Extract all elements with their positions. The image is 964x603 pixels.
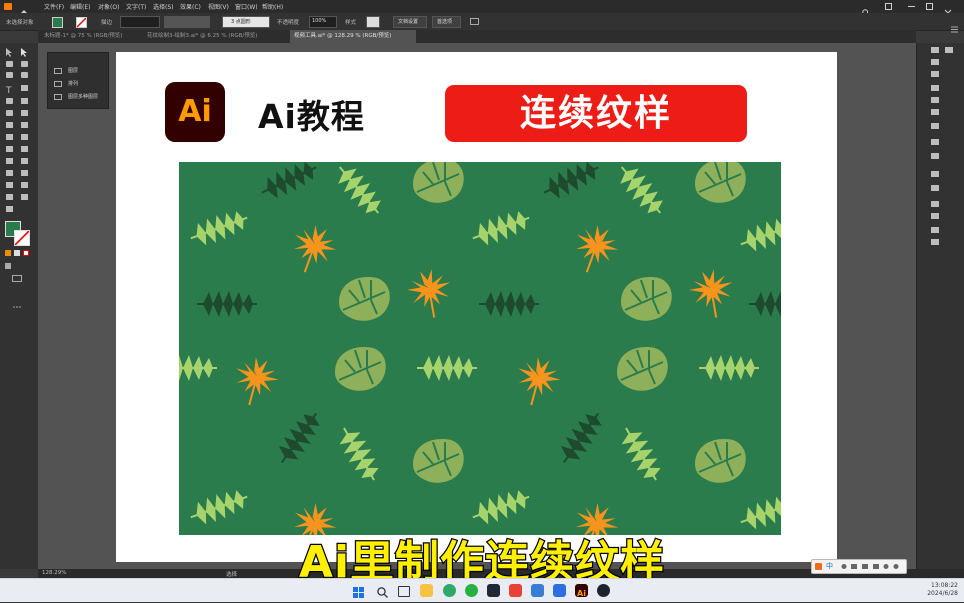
tab-pattern[interactable]: 花纹绘制3-绘制3.ai* @ 6.25 % (RGB/预览) bbox=[143, 30, 286, 43]
leaf-pattern[interactable] bbox=[179, 162, 781, 535]
edge-icon[interactable] bbox=[443, 584, 456, 597]
badge-text: 连续纹样 bbox=[519, 93, 672, 134]
direct-selection-tool-icon bbox=[21, 48, 27, 57]
menu-select[interactable]: 选择(S) bbox=[153, 2, 174, 11]
search-icon[interactable] bbox=[862, 2, 870, 17]
start-icon[interactable] bbox=[352, 584, 365, 598]
taskbar: Ai 13:08:22 2024/6/28 bbox=[0, 578, 964, 602]
preferences-label: 首选项 bbox=[437, 19, 453, 25]
store-icon[interactable] bbox=[531, 584, 544, 597]
ai-logo-text: Ai bbox=[178, 94, 212, 129]
layers-panel: 图层 排列 图层多种图层 bbox=[47, 52, 109, 109]
menu-window[interactable]: 窗口(W) bbox=[235, 2, 258, 11]
wechat-icon[interactable] bbox=[465, 584, 478, 597]
svg-text:T: T bbox=[5, 86, 12, 96]
screen-mode-icon[interactable] bbox=[12, 275, 22, 282]
menu-effect[interactable]: 效果(C) bbox=[180, 2, 201, 11]
menu-view[interactable]: 视图(V) bbox=[208, 2, 229, 11]
opacity-label: 不透明度 bbox=[277, 20, 300, 26]
tab-label: 花纹绘制3-绘制3.ai* @ 6.25 % (RGB/预览) bbox=[147, 33, 258, 39]
tab-video-tool[interactable]: 视频工具.ai* @ 128.29 % (RGB/预览) bbox=[290, 30, 416, 43]
arrange-row-icon bbox=[54, 81, 62, 87]
menu-file[interactable]: 文件(F) bbox=[44, 2, 64, 11]
menu-edit[interactable]: 编辑(E) bbox=[70, 2, 90, 11]
ime-tool-icons[interactable] bbox=[840, 562, 900, 571]
color-mode-icon[interactable] bbox=[5, 250, 11, 256]
title-badge: 连续纹样 bbox=[445, 85, 747, 142]
none-mode-icon[interactable] bbox=[23, 250, 29, 256]
multi-layer-row-icon bbox=[54, 94, 62, 100]
panel-menu-icon[interactable] bbox=[951, 18, 958, 33]
preferences-button[interactable]: 首选项 bbox=[432, 16, 461, 28]
search-taskbar-icon[interactable] bbox=[376, 584, 389, 598]
opacity-field[interactable]: 100% bbox=[309, 16, 337, 28]
document-setup-button[interactable]: 文档设置 bbox=[393, 16, 427, 28]
ai-logo: Ai bbox=[165, 82, 225, 142]
more-tools-icon[interactable] bbox=[13, 293, 21, 308]
maximize-icon[interactable] bbox=[926, 3, 933, 10]
layer-row-icon bbox=[54, 68, 62, 74]
ime-language[interactable]: 中 bbox=[826, 561, 833, 571]
ai-app-icon bbox=[4, 3, 12, 10]
style-dropdown[interactable] bbox=[366, 16, 380, 28]
menu-object[interactable]: 对象(O) bbox=[98, 2, 119, 11]
stroke-swatch[interactable] bbox=[76, 17, 87, 28]
close-icon[interactable] bbox=[944, 2, 952, 17]
brush-field[interactable]: 3 点圆形 bbox=[222, 16, 270, 28]
layers-row-3[interactable]: 图层多种图层 bbox=[68, 93, 98, 100]
layers-row-1[interactable]: 图层 bbox=[68, 67, 78, 74]
style-label: 样式 bbox=[345, 20, 357, 26]
brush-value: 3 点圆形 bbox=[231, 19, 251, 25]
file-explorer-icon[interactable] bbox=[420, 584, 433, 597]
minimize-icon[interactable] bbox=[908, 6, 915, 7]
tools-panel: T bbox=[0, 43, 39, 569]
svg-text:Ai: Ai bbox=[577, 589, 586, 598]
tab-label: 视频工具.ai* @ 128.29 % (RGB/预览) bbox=[294, 33, 392, 39]
terminal-icon[interactable] bbox=[487, 584, 500, 597]
camera-app-icon[interactable] bbox=[597, 584, 610, 597]
gradient-mode-icon[interactable] bbox=[14, 250, 20, 256]
task-view-icon[interactable] bbox=[398, 586, 410, 597]
screenshot-icon[interactable] bbox=[553, 584, 566, 597]
illustrator-taskbar-icon[interactable]: Ai bbox=[575, 584, 588, 598]
menu-help[interactable]: 帮助(H) bbox=[262, 2, 283, 11]
document-setup-label: 文档设置 bbox=[398, 19, 419, 25]
clock-time: 13:08:22 bbox=[931, 582, 958, 589]
pattern-tiles bbox=[179, 162, 781, 535]
menu-type[interactable]: 文字(T) bbox=[126, 2, 146, 11]
tab-label: 未标题-1* @ 75 % (RGB/预览) bbox=[44, 33, 123, 39]
opacity-value: 100% bbox=[312, 18, 327, 24]
panel-icons[interactable] bbox=[917, 43, 964, 263]
layers-row-2[interactable]: 排列 bbox=[68, 80, 78, 87]
arrange-icon[interactable] bbox=[885, 3, 892, 10]
stroke-label: 描边 bbox=[101, 20, 113, 26]
draw-mode-icon[interactable] bbox=[5, 263, 11, 269]
menu-bar: 文件(F) 编辑(E) 对象(O) 文字(T) 选择(S) 效果(C) 视图(V… bbox=[0, 0, 964, 17]
control-bar: 未选择对象 描边 3 点圆形 不透明度 100% 样式 文档设置 首选项 bbox=[0, 13, 964, 33]
tab-untitled[interactable]: 未标题-1* @ 75 % (RGB/预览) bbox=[40, 30, 138, 43]
wps-icon[interactable] bbox=[509, 584, 522, 597]
document-tabs: 未标题-1* @ 75 % (RGB/预览) 花纹绘制3-绘制3.ai* @ 6… bbox=[38, 30, 916, 43]
selection-label: 未选择对象 bbox=[6, 20, 34, 26]
taskbar-clock[interactable]: 13:08:22 2024/6/28 bbox=[927, 582, 958, 598]
leaf-pattern-svg bbox=[179, 162, 781, 535]
clock-date: 2024/6/28 bbox=[927, 590, 958, 597]
right-panels bbox=[916, 43, 964, 569]
ime-toolbar[interactable]: 中 bbox=[811, 559, 907, 574]
ime-logo-icon bbox=[815, 563, 822, 570]
home-icon[interactable] bbox=[20, 2, 28, 16]
selection-tool-icon bbox=[6, 48, 12, 57]
stroke-color-box[interactable] bbox=[14, 230, 30, 246]
align-icon[interactable] bbox=[470, 18, 479, 25]
fill-swatch[interactable] bbox=[52, 17, 63, 28]
artboard-title: Ai教程 bbox=[258, 97, 365, 136]
variable-width-field[interactable] bbox=[164, 16, 210, 28]
stroke-weight-field[interactable] bbox=[120, 16, 160, 28]
